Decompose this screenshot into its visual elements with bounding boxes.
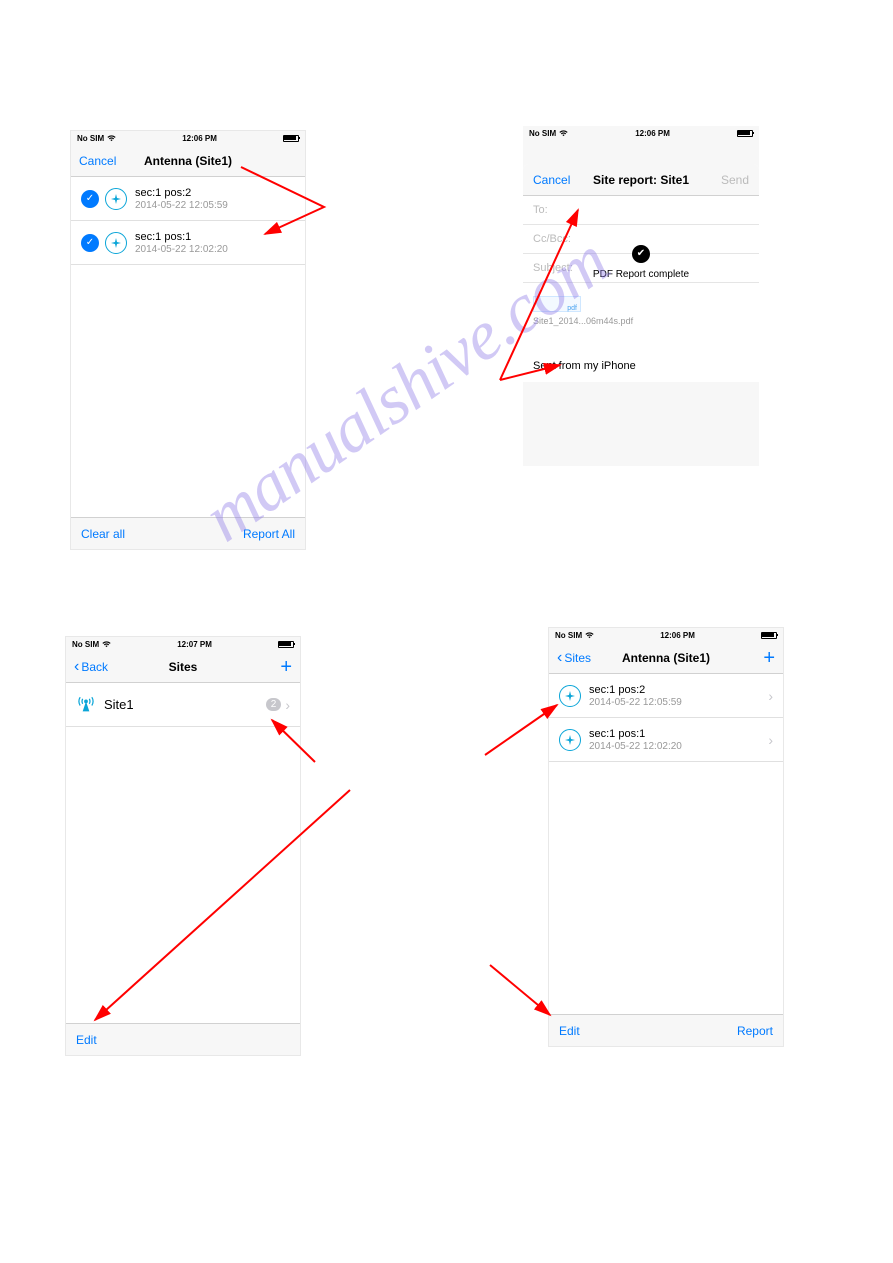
battery-icon	[737, 130, 753, 137]
antenna-icon	[76, 693, 96, 716]
sites-list: Site1 2 ›	[66, 683, 300, 1023]
send-button[interactable]: Send	[721, 173, 749, 187]
to-field[interactable]: To:	[523, 196, 759, 225]
battery-icon	[278, 641, 294, 648]
row-subtitle: 2014-05-22 12:05:59	[589, 697, 768, 708]
nav-title: Antenna (Site1)	[144, 154, 232, 168]
chevron-right-icon: ›	[285, 697, 290, 713]
carrier-label: No SIM	[77, 134, 104, 143]
nav-bar: ‹ Back Sites +	[66, 651, 300, 683]
row-title: sec:1 pos:2	[135, 187, 295, 199]
nav-title: Antenna (Site1)	[622, 651, 710, 665]
carrier-label: No SIM	[555, 631, 582, 640]
compass-icon	[559, 729, 581, 751]
add-button[interactable]: +	[280, 657, 292, 677]
clock-label: 12:06 PM	[660, 631, 695, 640]
back-button[interactable]: ‹ Sites	[557, 649, 591, 667]
edit-button[interactable]: Edit	[76, 1033, 97, 1047]
row-title: sec:1 pos:2	[589, 684, 768, 696]
add-button[interactable]: +	[763, 648, 775, 668]
cancel-button[interactable]: Cancel	[79, 154, 116, 168]
wifi-icon	[559, 130, 568, 137]
compass-icon	[105, 232, 127, 254]
modal-nav: Cancel Site report: Site1 Send	[523, 164, 759, 196]
clock-label: 12:06 PM	[635, 129, 670, 138]
modal-title: Site report: Site1	[593, 173, 689, 187]
list-item[interactable]: sec:1 pos:1 2014-05-22 12:02:20 ›	[549, 718, 783, 762]
wifi-icon	[585, 632, 594, 639]
check-icon: ✔	[632, 245, 650, 263]
chevron-left-icon: ‹	[557, 649, 562, 667]
attachment-name: Site1_2014...06m44s.pdf	[533, 316, 749, 326]
bottom-toolbar: Edit Report	[549, 1014, 783, 1046]
back-button[interactable]: ‹ Back	[74, 658, 108, 676]
email-signature: Sent from my iPhone	[523, 330, 759, 382]
compass-icon	[105, 188, 127, 210]
report-all-button[interactable]: Report All	[243, 527, 295, 541]
chevron-right-icon: ›	[768, 688, 773, 704]
nav-bar: ‹ Sites Antenna (Site1) +	[549, 642, 783, 674]
row-subtitle: 2014-05-22 12:02:20	[135, 244, 295, 255]
report-button[interactable]: Report	[737, 1024, 773, 1038]
bottom-toolbar: Edit	[66, 1023, 300, 1055]
status-bar: No SIM 12:06 PM	[549, 628, 783, 642]
screenshot-email-compose: No SIM 12:06 PM Cancel Site report: Site…	[523, 126, 759, 466]
antenna-list: ✓ sec:1 pos:2 2014-05-22 12:05:59 ✓ sec:…	[71, 177, 305, 517]
battery-icon	[761, 632, 777, 639]
wifi-icon	[102, 641, 111, 648]
compass-icon	[559, 685, 581, 707]
clear-all-button[interactable]: Clear all	[81, 527, 125, 541]
row-subtitle: 2014-05-22 12:02:20	[589, 741, 768, 752]
battery-icon	[283, 135, 299, 142]
status-bar: No SIM 12:06 PM	[71, 131, 305, 145]
attachment[interactable]: pdf Site1_2014...06m44s.pdf	[523, 292, 759, 330]
site-name: Site1	[104, 697, 266, 712]
list-item[interactable]: ✓ sec:1 pos:2 2014-05-22 12:05:59	[71, 177, 305, 221]
checkmark-icon: ✓	[81, 234, 99, 252]
clock-label: 12:07 PM	[177, 640, 212, 649]
screenshot-antenna-detail: No SIM 12:06 PM ‹ Sites Antenna (Site1) …	[548, 627, 784, 1047]
chevron-right-icon: ›	[768, 732, 773, 748]
list-item[interactable]: sec:1 pos:2 2014-05-22 12:05:59 ›	[549, 674, 783, 718]
count-badge: 2	[266, 698, 282, 711]
row-subtitle: 2014-05-22 12:05:59	[135, 200, 295, 211]
list-item[interactable]: ✓ sec:1 pos:1 2014-05-22 12:02:20	[71, 221, 305, 265]
row-title: sec:1 pos:1	[135, 231, 295, 243]
status-bar: No SIM 12:07 PM	[66, 637, 300, 651]
carrier-label: No SIM	[72, 640, 99, 649]
screenshot-antenna-select: No SIM 12:06 PM Cancel Antenna (Site1) ✓…	[70, 130, 306, 550]
edit-button[interactable]: Edit	[559, 1024, 580, 1038]
cancel-button[interactable]: Cancel	[533, 173, 570, 187]
wifi-icon	[107, 135, 116, 142]
pdf-icon: pdf	[533, 296, 581, 312]
list-item[interactable]: Site1 2 ›	[66, 683, 300, 727]
screenshot-sites-list: No SIM 12:07 PM ‹ Back Sites + Site1 2 ›…	[65, 636, 301, 1056]
nav-title: Sites	[169, 660, 198, 674]
row-title: sec:1 pos:1	[589, 728, 768, 740]
nav-bar: Cancel Antenna (Site1)	[71, 145, 305, 177]
carrier-label: No SIM	[529, 129, 556, 138]
clock-label: 12:06 PM	[182, 134, 217, 143]
bottom-toolbar: Clear all Report All	[71, 517, 305, 549]
status-bar: No SIM 12:06 PM	[523, 126, 759, 140]
antenna-list: sec:1 pos:2 2014-05-22 12:05:59 › sec:1 …	[549, 674, 783, 1014]
checkmark-icon: ✓	[81, 190, 99, 208]
chevron-left-icon: ‹	[74, 658, 79, 676]
